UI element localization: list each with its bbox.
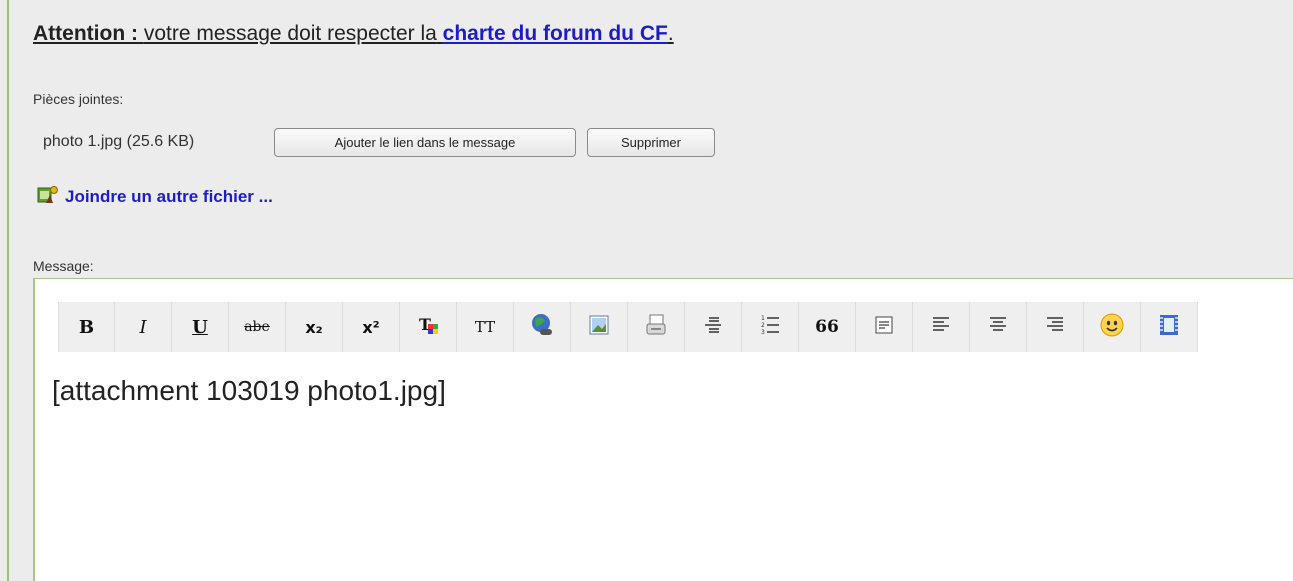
message-editor[interactable]: B I U abe x₂ x² T TT 1 2 3 66 [attachmen… xyxy=(33,278,1293,581)
attached-file-name: photo 1.jpg (25.6 KB) xyxy=(43,133,195,150)
svg-text:2: 2 xyxy=(761,322,765,329)
forum-charter-link[interactable]: charte du forum du CF xyxy=(443,22,668,45)
numbered-list-icon: 1 2 3 xyxy=(760,314,780,341)
align-left-icon xyxy=(932,316,950,339)
font-size-icon: TT xyxy=(474,318,496,336)
align-center-icon xyxy=(989,316,1007,339)
text-color-icon: T xyxy=(417,314,439,341)
strikethrough-button[interactable]: abe xyxy=(229,302,286,352)
forum-rules-notice: Attention : votre message doit respecter… xyxy=(33,22,674,46)
reply-panel: Attention : votre message doit respecter… xyxy=(7,0,1293,581)
align-right-icon xyxy=(1046,316,1064,339)
video-button[interactable] xyxy=(1141,302,1198,352)
notice-text: votre message doit respecter la xyxy=(143,22,437,45)
film-icon xyxy=(1159,314,1179,341)
attachments-label: Pièces jointes: xyxy=(33,91,124,107)
strikethrough-icon: abe xyxy=(244,319,270,335)
align-center-button[interactable] xyxy=(970,302,1027,352)
underline-button[interactable]: U xyxy=(172,302,229,352)
subscript-icon: x₂ xyxy=(305,317,323,337)
notice-period: . xyxy=(667,22,674,45)
insert-link-button[interactable] xyxy=(514,302,571,352)
align-right-button[interactable] xyxy=(1027,302,1084,352)
italic-button[interactable]: I xyxy=(115,302,172,352)
ordered-list-button[interactable]: 1 2 3 xyxy=(742,302,799,352)
message-content: [attachment 103019 photo1.jpg] xyxy=(52,375,446,406)
underline-icon: U xyxy=(192,316,208,338)
subscript-button[interactable]: x₂ xyxy=(286,302,343,352)
message-label: Message: xyxy=(33,258,94,274)
code-icon xyxy=(875,316,893,339)
smiley-button[interactable] xyxy=(1084,302,1141,352)
code-button[interactable] xyxy=(856,302,913,352)
font-size-button[interactable]: TT xyxy=(457,302,514,352)
superscript-button[interactable]: x² xyxy=(343,302,400,352)
quote-button[interactable]: 66 xyxy=(799,302,856,352)
align-left-button[interactable] xyxy=(913,302,970,352)
image-icon xyxy=(588,314,610,341)
join-another-file-link[interactable]: Joindre un autre fichier ... xyxy=(37,185,273,209)
smiley-icon xyxy=(1100,313,1124,342)
editor-toolbar: B I U abe x₂ x² T TT 1 2 3 66 xyxy=(58,302,1198,352)
horizontal-rule-icon xyxy=(703,315,723,340)
join-another-file-label: Joindre un autre fichier ... xyxy=(65,187,273,206)
svg-text:3: 3 xyxy=(761,329,765,336)
insert-image-button[interactable] xyxy=(571,302,628,352)
document-icon xyxy=(645,314,667,341)
attention-label: Attention : xyxy=(33,22,138,45)
svg-text:1: 1 xyxy=(761,315,765,322)
message-text[interactable]: [attachment 103019 photo1.jpg] xyxy=(52,375,446,407)
globe-link-icon xyxy=(530,313,554,342)
bold-icon: B xyxy=(78,316,95,338)
bold-button[interactable]: B xyxy=(58,302,115,352)
quote-icon: 66 xyxy=(815,317,839,337)
horizontal-rule-button[interactable] xyxy=(685,302,742,352)
add-link-to-message-button[interactable]: Ajouter le lien dans le message xyxy=(274,128,576,157)
delete-attachment-button[interactable]: Supprimer xyxy=(587,128,715,157)
text-color-button[interactable]: T xyxy=(400,302,457,352)
superscript-icon: x² xyxy=(362,317,380,337)
insert-attachment-button[interactable] xyxy=(628,302,685,352)
italic-icon: I xyxy=(139,316,147,338)
attach-files-icon xyxy=(37,185,59,210)
